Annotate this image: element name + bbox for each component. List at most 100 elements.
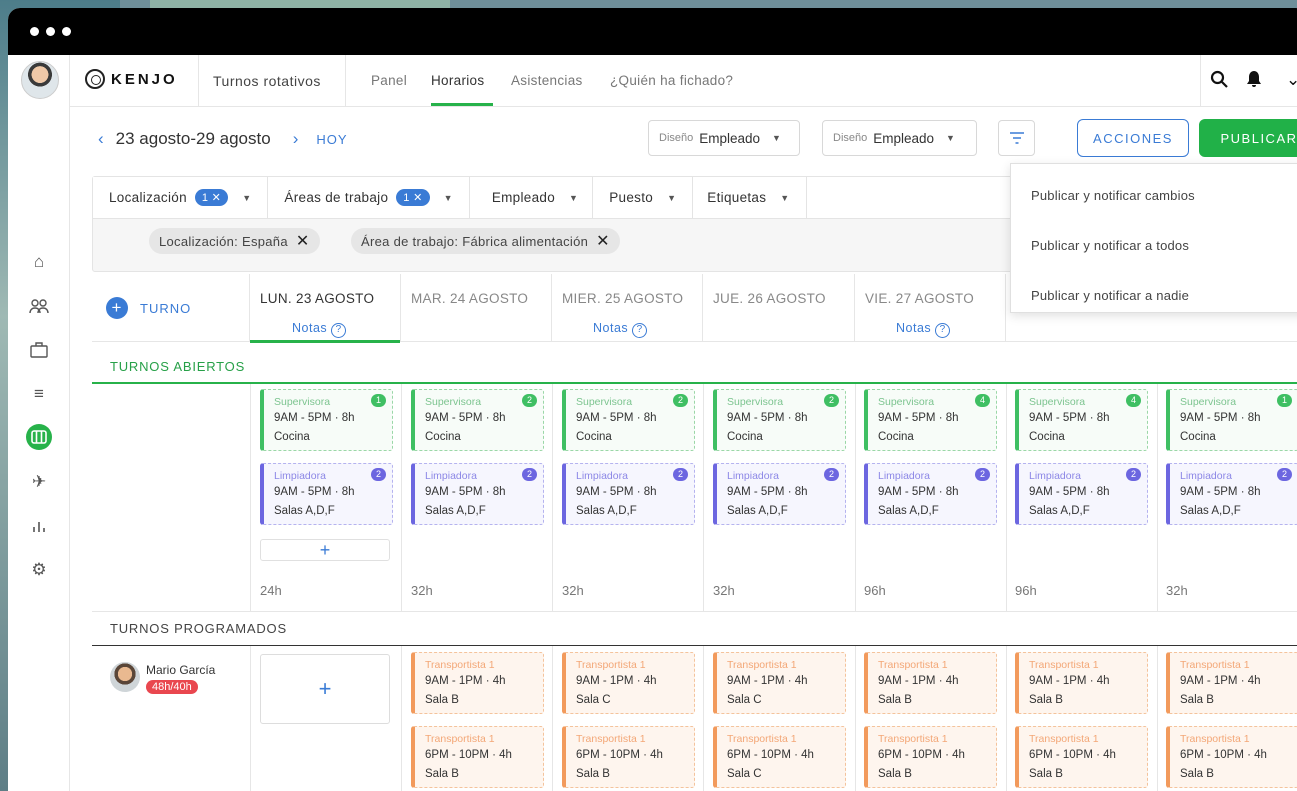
menu-item-publish-all[interactable]: Publicar y notificar a todos xyxy=(1031,238,1189,253)
day-header[interactable]: VIE. 27 AGOSTO Notas? xyxy=(855,274,1006,342)
shift-time: 9AM - 5PM · 8h xyxy=(425,412,506,424)
shift-location: Salas A,D,F xyxy=(425,505,486,517)
shift-location: Salas A,D,F xyxy=(1180,505,1241,517)
shift-location: Salas A,D,F xyxy=(878,505,939,517)
scheduled-shift-card[interactable]: Transportista 1 6PM - 10PM · 4h Sala B xyxy=(864,726,997,788)
shift-role: Transportista 1 xyxy=(727,659,797,671)
shift-location: Cocina xyxy=(274,431,310,443)
nav-link-panel[interactable]: Panel xyxy=(371,73,407,88)
add-open-shift-button[interactable]: + xyxy=(260,539,390,561)
day-header[interactable]: MAR. 24 AGOSTO xyxy=(401,274,552,342)
employee-avatar[interactable] xyxy=(110,662,140,692)
open-shift-card[interactable]: Limpiadora 9AM - 5PM · 8h Salas A,D,F 2 xyxy=(1166,463,1297,525)
list-icon[interactable]: ≡ xyxy=(26,381,52,407)
shift-time: 6PM - 10PM · 4h xyxy=(425,749,512,761)
actions-button[interactable]: ACCIONES xyxy=(1077,119,1189,157)
scheduled-shift-card[interactable]: Transportista 1 9AM - 1PM · 4h Sala B xyxy=(864,652,997,714)
scheduled-shift-card[interactable]: Transportista 1 6PM - 10PM · 4h Sala B xyxy=(562,726,695,788)
design-select-value: Empleado xyxy=(873,130,935,146)
shift-role: Transportista 1 xyxy=(878,733,948,745)
add-shift-button[interactable]: + TURNO xyxy=(106,297,191,319)
nav-link-quien-ha-fichado[interactable]: ¿Quién ha fichado? xyxy=(610,73,733,88)
menu-item-publish-changes[interactable]: Publicar y notificar cambios xyxy=(1031,188,1195,203)
filter-empleado[interactable]: Empleado ▼ xyxy=(470,177,594,218)
shifts-icon[interactable] xyxy=(26,424,52,450)
publish-button[interactable]: PUBLICAR xyxy=(1199,119,1297,157)
scheduled-shift-card[interactable]: Transportista 1 9AM - 1PM · 4h Sala B xyxy=(1015,652,1148,714)
search-icon[interactable] xyxy=(1210,70,1228,93)
settings-icon[interactable]: ⚙ xyxy=(26,557,52,583)
scheduled-shift-card[interactable]: Transportista 1 9AM - 1PM · 4h Sala B xyxy=(411,652,544,714)
open-shift-card[interactable]: Limpiadora 9AM - 5PM · 8h Salas A,D,F 2 xyxy=(562,463,695,525)
nav-link-horarios[interactable]: Horarios xyxy=(431,73,484,88)
day-total-hours: 32h xyxy=(411,583,433,598)
add-scheduled-shift-button[interactable]: + xyxy=(260,654,390,724)
shift-location: Cocina xyxy=(1180,431,1216,443)
home-icon[interactable]: ⌂ xyxy=(26,249,52,275)
open-shift-card[interactable]: Supervisora 9AM - 5PM · 8h Cocina 2 xyxy=(411,389,544,451)
window-dot xyxy=(30,27,39,36)
filter-etiquetas[interactable]: Etiquetas ▼ xyxy=(693,177,807,218)
notes-link[interactable]: Notas? xyxy=(593,321,648,338)
open-shift-card[interactable]: Supervisora 9AM - 5PM · 8h Cocina 2 xyxy=(562,389,695,451)
column-line xyxy=(250,646,251,791)
plane-icon[interactable]: ✈ xyxy=(26,469,52,495)
scheduled-shift-card[interactable]: Transportista 1 6PM - 10PM · 4h Sala C xyxy=(713,726,846,788)
filter-toggle-button[interactable] xyxy=(998,120,1035,156)
scheduled-shift-card[interactable]: Transportista 1 9AM - 1PM · 4h Sala C xyxy=(713,652,846,714)
scheduled-shift-card[interactable]: Transportista 1 6PM - 10PM · 4h Sala B xyxy=(411,726,544,788)
scheduled-shift-card[interactable]: Transportista 1 9AM - 1PM · 4h Sala C xyxy=(562,652,695,714)
open-shift-card[interactable]: Supervisora 9AM - 5PM · 8h Cocina 2 xyxy=(713,389,846,451)
bell-icon[interactable] xyxy=(1246,70,1262,93)
employee-name[interactable]: Mario García xyxy=(146,663,215,677)
day-header[interactable]: JUE. 26 AGOSTO xyxy=(703,274,855,342)
open-shift-card[interactable]: Limpiadora 9AM - 5PM · 8h Salas A,D,F 2 xyxy=(864,463,997,525)
open-shift-card[interactable]: Supervisora 9AM - 5PM · 8h Cocina 1 xyxy=(260,389,393,451)
design-select-1[interactable]: Diseño Empleado ▼ xyxy=(648,120,800,156)
shift-location: Sala B xyxy=(1180,694,1214,706)
scheduled-shift-card[interactable]: Transportista 1 6PM - 10PM · 4h Sala B xyxy=(1015,726,1148,788)
kenjo-logo[interactable]: KENJO xyxy=(85,69,178,89)
design-select-2[interactable]: Diseño Empleado ▼ xyxy=(822,120,977,156)
nav-link-asistencias[interactable]: Asistencias xyxy=(511,73,583,88)
open-shift-card[interactable]: Limpiadora 9AM - 5PM · 8h Salas A,D,F 2 xyxy=(260,463,393,525)
day-name: VIE. 27 AGOSTO xyxy=(865,291,974,306)
filter-puesto[interactable]: Puesto ▼ xyxy=(593,177,694,218)
notes-link[interactable]: Notas? xyxy=(292,321,347,338)
user-avatar[interactable] xyxy=(21,61,59,99)
scheduled-shift-card[interactable]: Transportista 1 6PM - 10PM · 4h Sala B xyxy=(1166,726,1297,788)
open-shift-card[interactable]: Supervisora 9AM - 5PM · 8h Cocina 4 xyxy=(864,389,997,451)
filter-count-pill[interactable]: 1 ✕ xyxy=(194,189,229,206)
shift-location: Cocina xyxy=(727,431,763,443)
day-total-hours: 32h xyxy=(1166,583,1188,598)
shift-time: 9AM - 1PM · 4h xyxy=(727,675,808,687)
scheduled-shift-card[interactable]: Transportista 1 9AM - 1PM · 4h Sala B xyxy=(1166,652,1297,714)
notes-link[interactable]: Notas? xyxy=(896,321,951,338)
day-header[interactable]: LUN. 23 AGOSTO Notas? xyxy=(250,274,401,342)
chevron-down-icon[interactable]: ⌄ xyxy=(1286,70,1297,90)
caret-down-icon: ▼ xyxy=(569,192,579,203)
menu-item-publish-none[interactable]: Publicar y notificar a nadie xyxy=(1031,288,1189,303)
close-icon[interactable]: ✕ xyxy=(296,231,310,251)
filter-localizacion[interactable]: Localización 1 ✕ ▼ xyxy=(93,177,269,218)
open-shift-card[interactable]: Supervisora 9AM - 5PM · 8h Cocina 1 xyxy=(1166,389,1297,451)
open-shift-card[interactable]: Supervisora 9AM - 5PM · 8h Cocina 4 xyxy=(1015,389,1148,451)
shift-time: 6PM - 10PM · 4h xyxy=(1180,749,1267,761)
day-header[interactable]: MIER. 25 AGOSTO Notas? xyxy=(552,274,703,342)
previous-week-icon[interactable]: ‹ xyxy=(98,129,104,149)
brand-name: KENJO xyxy=(111,70,178,88)
today-button[interactable]: HOY xyxy=(316,132,347,147)
briefcase-icon[interactable] xyxy=(26,337,52,363)
shift-time: 6PM - 10PM · 4h xyxy=(576,749,663,761)
next-week-icon[interactable]: › xyxy=(293,129,299,149)
open-shift-card[interactable]: Limpiadora 9AM - 5PM · 8h Salas A,D,F 2 xyxy=(411,463,544,525)
chart-icon[interactable] xyxy=(26,513,52,539)
open-shift-card[interactable]: Limpiadora 9AM - 5PM · 8h Salas A,D,F 2 xyxy=(713,463,846,525)
people-icon[interactable] xyxy=(26,293,52,319)
shift-time: 9AM - 5PM · 8h xyxy=(274,486,355,498)
filter-areas-de-trabajo[interactable]: Áreas de trabajo 1 ✕ ▼ xyxy=(268,177,470,218)
filter-count-pill[interactable]: 1 ✕ xyxy=(396,189,430,206)
open-shift-card[interactable]: Limpiadora 9AM - 5PM · 8h Salas A,D,F 2 xyxy=(1015,463,1148,525)
column-line xyxy=(1157,646,1158,791)
close-icon[interactable]: ✕ xyxy=(596,231,610,251)
